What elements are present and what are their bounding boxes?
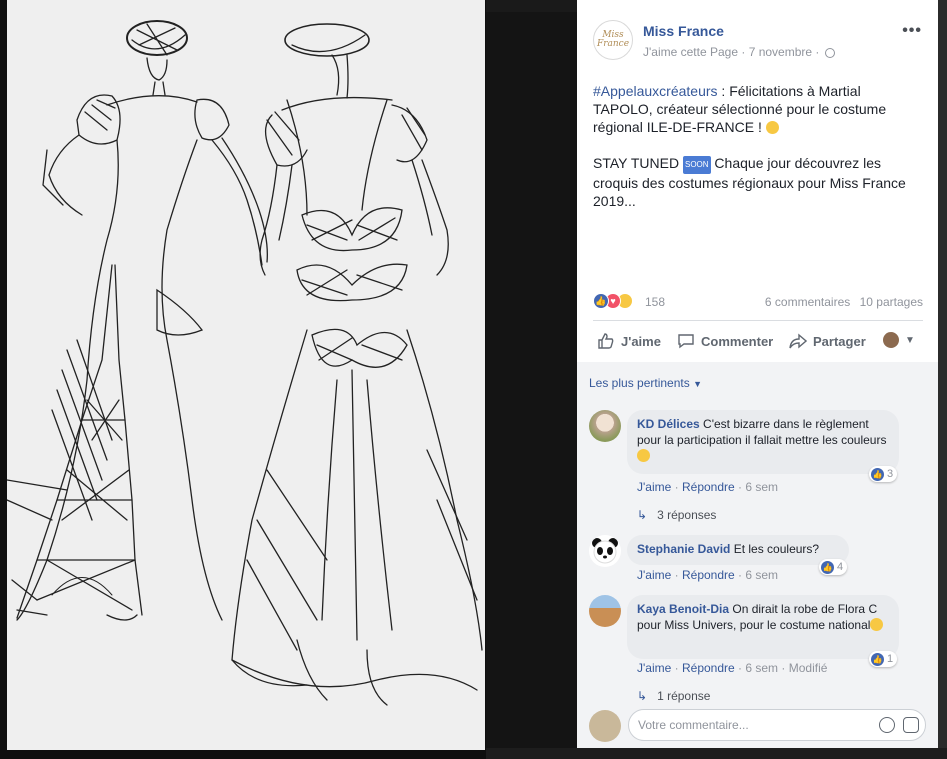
comment-time[interactable]: 6 sem: [745, 480, 778, 494]
like-page-link[interactable]: J'aime cette Page: [643, 45, 738, 59]
comment-time[interactable]: 6 sem: [745, 661, 778, 675]
comment-bubble: Kaya Benoit-Dia On dirait la robe de Flo…: [627, 595, 899, 659]
action-bar: J'aime Commenter Partager ▼: [593, 329, 923, 353]
commenter-name[interactable]: Stephanie David: [637, 542, 730, 556]
comments-count-link[interactable]: 6 commentaires: [765, 295, 850, 309]
comment-button[interactable]: Commenter: [677, 332, 773, 350]
reactions-bar: 👍 ♥ 158 6 commentaires 10 partages: [593, 293, 923, 311]
stay-tuned-text: STAY TUNED: [593, 155, 683, 171]
comment-time[interactable]: 6 sem: [745, 568, 778, 582]
comment-like-count: 1: [887, 653, 894, 665]
share-icon: [789, 333, 807, 349]
post-meta: J'aime cette Page · 7 novembre ·: [643, 45, 835, 59]
comment-button-label: Commenter: [701, 333, 774, 349]
caret-down-icon: ▼: [693, 379, 702, 389]
comment-like-count: 3: [887, 468, 894, 480]
more-options-icon[interactable]: •••: [902, 22, 922, 40]
comment-like-link[interactable]: J'aime: [637, 480, 671, 494]
comment-item: KD Délices C'est bizarre dans le règleme…: [589, 410, 929, 522]
divider: [593, 320, 923, 321]
panda-icon: [592, 538, 618, 564]
view-replies-link[interactable]: ↳ 3 réponses: [637, 508, 716, 522]
sort-dropdown[interactable]: Les plus pertinents ▼: [589, 376, 702, 390]
share-button[interactable]: Partager: [789, 332, 866, 350]
hand-emoji-icon: [870, 618, 884, 631]
profile-avatar-icon: [883, 332, 899, 348]
avatar[interactable]: [589, 410, 621, 442]
clapping-emoji-icon: [765, 121, 779, 134]
post-date[interactable]: 7 novembre: [749, 45, 812, 59]
caret-down-icon: ▼: [905, 334, 915, 346]
globe-icon: [824, 48, 835, 58]
reply-arrow-icon: ↳: [637, 508, 648, 522]
avatar[interactable]: [589, 595, 621, 627]
comment-footer: J'aime · Répondre · 6 sem: [637, 568, 779, 582]
replies-count: 3 réponses: [657, 508, 717, 522]
like-button[interactable]: J'aime: [597, 332, 661, 350]
comment-like-link[interactable]: J'aime: [637, 568, 671, 582]
comment-like-count: 4: [837, 561, 844, 573]
sticker-icon[interactable]: [903, 717, 919, 733]
post-text: #Appelauxcréateurs : Félicitations à Mar…: [593, 82, 923, 228]
like-reaction-icon[interactable]: 👍: [593, 293, 609, 309]
comment-like-link[interactable]: J'aime: [637, 661, 671, 675]
emoji-icon[interactable]: [879, 717, 895, 733]
post-header: Miss France Miss France J'aime cette Pag…: [593, 20, 923, 64]
comment-item: Stephanie David Et les couleurs? 👍 4 J'ai…: [589, 535, 929, 595]
avatar[interactable]: [589, 535, 621, 567]
post-panel: Miss France Miss France J'aime cette Pag…: [577, 0, 938, 748]
meta-separator: ·: [815, 45, 823, 59]
react-as-selector[interactable]: ▼: [883, 332, 915, 348]
comment-input-placeholder: Votre commentaire...: [638, 718, 749, 732]
engagement-counts: 6 commentaires 10 partages: [759, 295, 923, 309]
sketch-photo[interactable]: [0, 0, 486, 759]
comment-like-badge[interactable]: 👍 4: [819, 559, 848, 575]
comment-text: Et les couleurs?: [733, 542, 820, 556]
thinking-emoji-icon: [637, 449, 650, 462]
comment-reply-link[interactable]: Répondre: [682, 568, 735, 582]
comment-footer: J'aime · Répondre · 6 sem · Modifié: [637, 661, 828, 675]
comment-bubble: Stephanie David Et les couleurs?: [627, 535, 849, 565]
comment-bubble: KD Délices C'est bizarre dans le règleme…: [627, 410, 899, 474]
view-replies-link[interactable]: ↳ 1 réponse: [637, 689, 710, 703]
page-avatar[interactable]: Miss France: [593, 20, 633, 60]
background-bar: [486, 0, 577, 12]
comment-composer: Votre commentaire...: [577, 704, 938, 748]
reaction-count[interactable]: 158: [645, 295, 665, 309]
avatar[interactable]: [589, 710, 621, 742]
like-icon: 👍: [871, 652, 884, 666]
shares-count-link[interactable]: 10 partages: [860, 295, 923, 309]
like-icon: 👍: [871, 467, 884, 481]
replies-count: 1 réponse: [657, 689, 711, 703]
comment-footer: J'aime · Répondre · 6 sem: [637, 480, 779, 494]
meta-separator: ·: [741, 45, 749, 59]
comment-item: Kaya Benoit-Dia On dirait la robe de Flo…: [589, 595, 929, 705]
like-icon: 👍: [821, 560, 834, 574]
comment-icon: [678, 334, 694, 349]
soon-arrow-icon: SOON: [682, 156, 711, 174]
edited-label[interactable]: Modifié: [789, 661, 828, 675]
comment-like-badge[interactable]: 👍 1: [869, 651, 898, 667]
commenter-name[interactable]: KD Délices: [637, 417, 700, 431]
page-name[interactable]: Miss France: [643, 23, 724, 39]
comment-reply-link[interactable]: Répondre: [682, 480, 735, 494]
fashion-sketch-drawing: [7, 20, 483, 706]
scrollbar-track[interactable]: [938, 0, 947, 759]
comments-section: Les plus pertinents ▼ KD Délices C'est b…: [577, 362, 938, 748]
sort-label: Les plus pertinents: [589, 376, 690, 390]
comment-input[interactable]: Votre commentaire...: [628, 709, 926, 741]
page-logo-text: Miss France: [596, 30, 630, 49]
comment-like-badge[interactable]: 👍 3: [869, 466, 898, 482]
hashtag-link[interactable]: #Appelauxcréateurs: [593, 83, 718, 99]
like-button-label: J'aime: [621, 333, 661, 349]
share-button-label: Partager: [813, 333, 866, 349]
reply-arrow-icon: ↳: [637, 689, 648, 703]
commenter-name[interactable]: Kaya Benoit-Dia: [637, 602, 729, 616]
background-bar: [486, 748, 947, 759]
thumbs-up-icon: [598, 333, 614, 349]
comment-reply-link[interactable]: Répondre: [682, 661, 735, 675]
